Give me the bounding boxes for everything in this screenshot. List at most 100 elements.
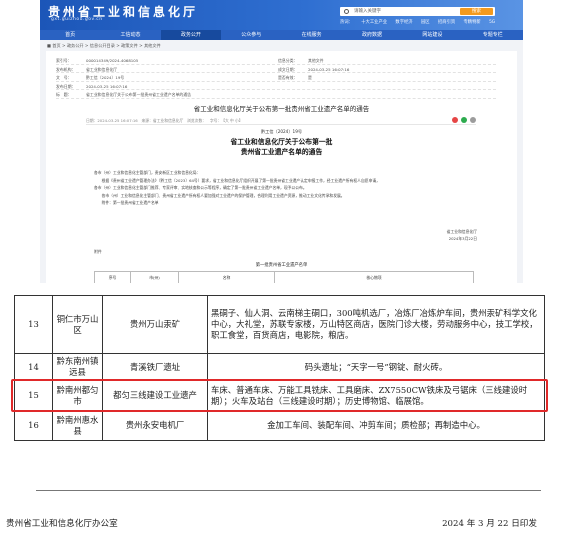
doc-number: 黔工信〔2024〕19号 xyxy=(260,129,303,134)
meta-label: 索引号： xyxy=(56,58,72,63)
meta-row: 索引号： 000014349/2024-4068105 信息分类： 其他文件 xyxy=(56,56,496,65)
doc-body: 各市（州）工业和信息化主管部门，贵安新区工业和信息化局： 根据《贵州省工业遗产管… xyxy=(94,169,474,207)
footer-rule xyxy=(36,490,541,491)
doc-paragraph[interactable]: 附件：第一批贵州省工业遗产名单 xyxy=(94,199,474,207)
doc-paragraph: 各市（州）工业和信息化主管部门推荐、专家评审、实地核查和公示等程序，确定了第一批… xyxy=(94,185,307,190)
cell-core-items: 码头遗址；“天字一号”钢锭、耐火砖。 xyxy=(207,353,545,381)
hot-word[interactable]: 招商引资 xyxy=(438,20,455,25)
cell-core-items: 金加工车间、装配车间、冲剪车间；质检部；再制造中心。 xyxy=(207,410,545,441)
heritage-table: 13 铜仁市万山区 贵州万山汞矿 黑硐子、仙人洞、云南梯主硐口，300吨机选厂，… xyxy=(14,295,545,441)
nav-topics[interactable]: 专题专栏 xyxy=(463,30,523,40)
cell-name: 都匀三线建设工业遗产 xyxy=(102,380,208,411)
meta-value: 2024-03-25 16:07:16 xyxy=(86,83,128,89)
nav-news[interactable]: 工信动态 xyxy=(100,30,160,40)
table-row: 13 铜仁市万山区 贵州万山汞矿 黑硐子、仙人洞、云南梯主硐口，300吨机选厂，… xyxy=(14,295,545,354)
article-panel: 索引号： 000014349/2024-4068105 信息分类： 其他文件 发… xyxy=(46,51,517,283)
table-row: 16 黔南州惠水县 贵州永安电机厂 金加工车间、装配车间、冲剪车间；质检部；再制… xyxy=(14,410,545,441)
annex-header-cell: 名称 xyxy=(179,272,275,283)
print-icon[interactable] xyxy=(470,117,476,123)
main-nav: 首页 工信动态 政务公开 公众参与 在线服务 政府数据 网站建设 专题专栏 xyxy=(40,30,523,40)
sign-org: 省工业和信息化厅 xyxy=(446,229,477,234)
cell-core-items: 黑硐子、仙人洞、云南梯主硐口，300吨机选厂，冶炼厂冶炼炉车间，贵州汞矿科学文化… xyxy=(207,295,545,354)
hot-word[interactable]: 数字经济 xyxy=(395,20,412,25)
doc-paragraph: 各市（州）工业和信息化主管部门，贵安新区工业和信息化局： xyxy=(94,170,201,175)
annex-title: 第一批贵州省工业遗产名单 xyxy=(255,263,308,268)
meta-value: 黔工信（2024）19号 xyxy=(86,75,125,81)
meta-row: 发布机构： 省工业和信息化厅 成文日期： 2024-03-25 16:07:16 xyxy=(56,65,496,74)
wechat-share-icon[interactable] xyxy=(461,117,467,123)
cell-core-items: 车床、普通车床、万能工具铣床、工具磨床、ZX7550CW铁床及弓锯床（三线建设时… xyxy=(207,380,545,411)
article-info: 日期：2024-03-25 16:07:16 来源：省工业和信息化厅 浏览次数：… xyxy=(86,118,243,123)
cell-location: 黔南州都匀市 xyxy=(52,380,103,411)
meta-label: 成文日期： xyxy=(278,66,298,72)
cell-location: 黔东南州镇远县 xyxy=(52,353,103,381)
meta-value: 000014349/2024-4068105 xyxy=(86,58,139,63)
doc-heading-line2: 贵州省工业遗产名单的通告 xyxy=(240,148,323,156)
cell-name: 贵州永安电机厂 xyxy=(102,410,208,441)
doc-heading-line1: 省工业和信息化厅关于公布第一批 xyxy=(230,138,333,146)
footer-date: 2024 年 3 月 22 日印发 xyxy=(442,519,537,529)
share-bar xyxy=(452,117,476,123)
search-icon xyxy=(344,9,349,14)
meta-row: 发布日期： 2024-03-25 16:07:16 xyxy=(56,82,496,91)
divider xyxy=(0,283,561,288)
cell-name: 青溪铁厂遗址 xyxy=(102,353,208,381)
meta-label: 发布日期： xyxy=(56,83,76,89)
hot-word[interactable]: 5G xyxy=(489,20,495,25)
breadcrumb[interactable]: ■ 首页 > 政务公开 > 信息公开目录 > 政策文件 > 其他文件 xyxy=(47,43,161,49)
cell-location: 黔南州惠水县 xyxy=(52,410,103,441)
meta-table: 索引号： 000014349/2024-4068105 信息分类： 其他文件 发… xyxy=(56,56,496,99)
nav-gov-info[interactable]: 政务公开 xyxy=(160,30,222,40)
meta-value: 2024-03-25 16:07:16 xyxy=(308,66,350,72)
hot-word[interactable]: 十大工业产业 xyxy=(361,20,387,25)
meta-label: 发布机构： xyxy=(56,66,76,72)
cell-number: 13 xyxy=(14,295,53,354)
meta-row: 标 题： 省工业和信息化厅关于公布第一批贵州省工业遗产名单的通告 xyxy=(56,90,496,99)
annex-header-cell: 市(州) xyxy=(131,272,179,283)
search-input[interactable]: 请输入关键字 搜索 xyxy=(340,7,495,16)
meta-value: 其他文件 xyxy=(308,58,324,63)
signature-block: 省工业和信息化厅 2024年3月22日 xyxy=(447,228,477,242)
nav-gov-data[interactable]: 政府数据 xyxy=(342,30,402,40)
weibo-share-icon[interactable] xyxy=(452,117,458,123)
meta-value: 省工业和信息化厅 xyxy=(86,66,118,72)
annex-header-cell: 序号 xyxy=(95,272,131,283)
site-banner: 贵州省工业和信息化厅 gxt.guizhou.gov.cn 请输入关键字 搜索 … xyxy=(40,0,523,30)
page: 贵州省工业和信息化厅 gxt.guizhou.gov.cn 请输入关键字 搜索 … xyxy=(0,0,561,538)
table-row: 14 黔东南州镇远县 青溪铁厂遗址 码头遗址；“天字一号”钢锭、耐火砖。 xyxy=(14,353,545,381)
search-placeholder: 请输入关键字 xyxy=(354,9,381,14)
cell-location: 铜仁市万山区 xyxy=(52,295,103,354)
meta-label: 文 号： xyxy=(56,75,72,81)
cell-name: 贵州万山汞矿 xyxy=(102,295,208,354)
meta-label: 信息分类： xyxy=(278,58,298,63)
nav-site-building[interactable]: 网站建设 xyxy=(402,30,462,40)
meta-value: 是 xyxy=(308,75,312,81)
search-button[interactable]: 搜索 xyxy=(460,8,493,15)
footer-issuer: 贵州省工业和信息化厅办公室 xyxy=(6,519,118,529)
meta-row: 文 号： 黔工信（2024）19号 是否有效： 是 xyxy=(56,73,496,82)
annex-header-cell: 核心物项 xyxy=(366,275,382,280)
annex-table-header: 序号 市(州) 名称 核心物项 xyxy=(94,271,474,283)
nav-public[interactable]: 公众参与 xyxy=(221,30,281,40)
hot-words: 热词： 十大工业产业 数字经济 园区 招商引资 专精特新 5G xyxy=(340,19,502,25)
article-title: 省工业和信息化厅关于公布第一批贵州省工业遗产名单的通告 xyxy=(193,105,370,113)
hot-word[interactable]: 专精特新 xyxy=(464,20,481,25)
meta-label: 是否有效： xyxy=(278,75,298,81)
table-row: 15 黔南州都匀市 都匀三线建设工业遗产 车床、普通车床、万能工具铣床、工具磨床… xyxy=(14,380,545,411)
hot-word: 热词： xyxy=(340,20,353,25)
article-info-bar: 日期：2024-03-25 16:07:16 来源：省工业和信息化厅 浏览次数：… xyxy=(86,117,476,125)
sign-date: 2024年3月22日 xyxy=(448,236,477,241)
doc-paragraph: 根据《贵州省工业遗产管理办法》（黔工信〔2023〕64号）要求，省工业和信息化厅… xyxy=(94,177,380,183)
site-url: gxt.guizhou.gov.cn xyxy=(51,17,103,22)
nav-online-service[interactable]: 在线服务 xyxy=(282,30,342,40)
meta-value: 省工业和信息化厅关于公布第一批贵州省工业遗产名单的通告 xyxy=(86,92,192,98)
cell-number: 16 xyxy=(14,410,53,441)
nav-home[interactable]: 首页 xyxy=(40,30,100,40)
meta-label: 标 题： xyxy=(56,92,72,98)
attachment-label: 附件 xyxy=(94,249,102,254)
hot-word[interactable]: 园区 xyxy=(421,20,430,25)
cell-number: 15 xyxy=(14,380,53,411)
gov-website-screenshot: 贵州省工业和信息化厅 gxt.guizhou.gov.cn 请输入关键字 搜索 … xyxy=(40,0,523,283)
doc-paragraph: 各市（州）工业和信息化主管部门、贵州省工业遗产所有权人要加强对工业遗产的保护管理… xyxy=(94,192,345,198)
cell-number: 14 xyxy=(14,353,53,381)
